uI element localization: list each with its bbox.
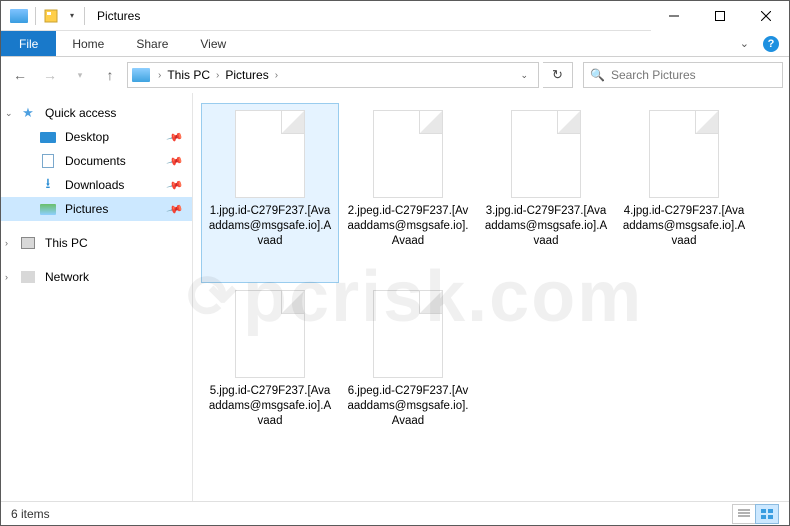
- details-view-button[interactable]: [732, 504, 756, 524]
- sidebar-item-documents[interactable]: Documents 📌: [1, 149, 192, 173]
- sidebar-item-label: Documents: [65, 154, 126, 168]
- pin-icon: 📌: [166, 128, 184, 146]
- chevron-right-icon[interactable]: ›: [212, 70, 223, 81]
- search-placeholder: Search Pictures: [611, 68, 696, 82]
- file-name: 6.jpeg.id-C279F237.[Avaaddams@msgsafe.io…: [342, 384, 474, 429]
- pictures-icon: [39, 204, 57, 215]
- collapse-icon[interactable]: ⌄: [5, 108, 13, 119]
- sidebar-item-desktop[interactable]: Desktop 📌: [1, 125, 192, 149]
- help-icon[interactable]: ?: [763, 36, 779, 52]
- chevron-right-icon[interactable]: ›: [154, 70, 165, 81]
- tab-view[interactable]: View: [184, 31, 242, 56]
- file-item[interactable]: 3.jpg.id-C279F237.[Avaaddams@msgsafe.io]…: [477, 103, 615, 283]
- sidebar-item-pictures[interactable]: Pictures 📌: [1, 197, 192, 221]
- forward-button[interactable]: →: [37, 62, 63, 88]
- refresh-button[interactable]: ↻: [543, 62, 573, 88]
- up-button[interactable]: ↑: [97, 62, 123, 88]
- sidebar-quick-access[interactable]: ⌄ ★ Quick access: [1, 101, 192, 125]
- sidebar-item-label: Desktop: [65, 130, 109, 144]
- document-icon: [39, 154, 57, 168]
- navbar: ← → ▾ ↑ › This PC › Pictures › ⌄ ↻ 🔍 Sea…: [1, 57, 789, 93]
- quick-access-toolbar: ▾: [1, 5, 87, 27]
- sidebar-item-label: Network: [45, 270, 89, 284]
- chevron-right-icon[interactable]: ›: [271, 70, 282, 81]
- sidebar-item-label: Pictures: [65, 202, 108, 216]
- tab-home[interactable]: Home: [56, 31, 120, 56]
- window-controls: [651, 1, 789, 31]
- sidebar-item-downloads[interactable]: ⭳ Downloads 📌: [1, 173, 192, 197]
- qat-dropdown-icon[interactable]: ▾: [64, 11, 80, 20]
- explorer-window: ▾ Pictures File Home Share View ⌄ ? ←: [0, 0, 790, 526]
- file-icon: [373, 290, 443, 378]
- maximize-button[interactable]: [697, 1, 743, 31]
- network-icon: [19, 271, 37, 283]
- titlebar: ▾ Pictures: [1, 1, 789, 31]
- minimize-button[interactable]: [651, 1, 697, 31]
- back-button[interactable]: ←: [7, 62, 33, 88]
- breadcrumb-item[interactable]: Pictures: [225, 68, 268, 82]
- file-item[interactable]: 2.jpeg.id-C279F237.[Avaaddams@msgsafe.io…: [339, 103, 477, 283]
- pc-icon: [19, 237, 37, 249]
- folder-icon: [132, 68, 150, 82]
- search-input[interactable]: 🔍 Search Pictures: [583, 62, 783, 88]
- file-item[interactable]: 1.jpg.id-C279F237.[Avaaddams@msgsafe.io]…: [201, 103, 339, 283]
- breadcrumb-item[interactable]: This PC: [167, 68, 210, 82]
- expand-icon[interactable]: ›: [5, 238, 8, 248]
- file-name: 5.jpg.id-C279F237.[Avaaddams@msgsafe.io]…: [204, 384, 336, 429]
- sidebar-item-label: Downloads: [65, 178, 124, 192]
- download-icon: ⭳: [39, 173, 57, 197]
- pin-icon: 📌: [166, 176, 184, 194]
- file-item[interactable]: 6.jpeg.id-C279F237.[Avaaddams@msgsafe.io…: [339, 283, 477, 463]
- thumbnails-view-button[interactable]: [755, 504, 779, 524]
- sidebar-item-label: Quick access: [45, 106, 116, 120]
- file-grid[interactable]: 1.jpg.id-C279F237.[Avaaddams@msgsafe.io]…: [193, 93, 789, 501]
- file-icon: [235, 290, 305, 378]
- file-tab[interactable]: File: [1, 31, 56, 56]
- window-title: Pictures: [97, 9, 140, 23]
- statusbar: 6 items: [1, 501, 789, 525]
- expand-ribbon-icon[interactable]: ⌄: [740, 37, 749, 50]
- recent-dropdown-icon[interactable]: ▾: [67, 62, 93, 88]
- properties-icon[interactable]: [40, 5, 62, 27]
- close-button[interactable]: [743, 1, 789, 31]
- sidebar-this-pc[interactable]: › This PC: [1, 231, 192, 255]
- separator: [84, 7, 85, 25]
- file-item[interactable]: 5.jpg.id-C279F237.[Avaaddams@msgsafe.io]…: [201, 283, 339, 463]
- file-icon: [235, 110, 305, 198]
- file-icon: [373, 110, 443, 198]
- separator: [35, 7, 36, 25]
- window-icon[interactable]: [7, 5, 31, 27]
- expand-icon[interactable]: ›: [5, 272, 8, 282]
- file-icon: [649, 110, 719, 198]
- file-name: 3.jpg.id-C279F237.[Avaaddams@msgsafe.io]…: [480, 204, 612, 249]
- pin-icon: 📌: [166, 152, 184, 170]
- breadcrumb[interactable]: › This PC › Pictures › ⌄: [127, 62, 539, 88]
- tab-share[interactable]: Share: [120, 31, 184, 56]
- file-name: 4.jpg.id-C279F237.[Avaaddams@msgsafe.io]…: [618, 204, 750, 249]
- item-count: 6 items: [11, 507, 50, 521]
- pin-icon: 📌: [166, 200, 184, 218]
- desktop-icon: [39, 132, 57, 143]
- sidebar: ⌄ ★ Quick access Desktop 📌 Documents 📌 ⭳…: [1, 93, 193, 501]
- file-name: 2.jpeg.id-C279F237.[Avaaddams@msgsafe.io…: [342, 204, 474, 249]
- sidebar-item-label: This PC: [45, 236, 88, 250]
- search-icon: 🔍: [590, 68, 605, 82]
- file-name: 1.jpg.id-C279F237.[Avaaddams@msgsafe.io]…: [204, 204, 336, 249]
- body: ⟳pcrisk.com ⌄ ★ Quick access Desktop 📌 D…: [1, 93, 789, 501]
- breadcrumb-dropdown-icon[interactable]: ⌄: [514, 70, 534, 81]
- ribbon: File Home Share View ⌄ ?: [1, 31, 789, 57]
- file-icon: [511, 110, 581, 198]
- sidebar-network[interactable]: › Network: [1, 265, 192, 289]
- file-item[interactable]: 4.jpg.id-C279F237.[Avaaddams@msgsafe.io]…: [615, 103, 753, 283]
- star-icon: ★: [19, 105, 37, 121]
